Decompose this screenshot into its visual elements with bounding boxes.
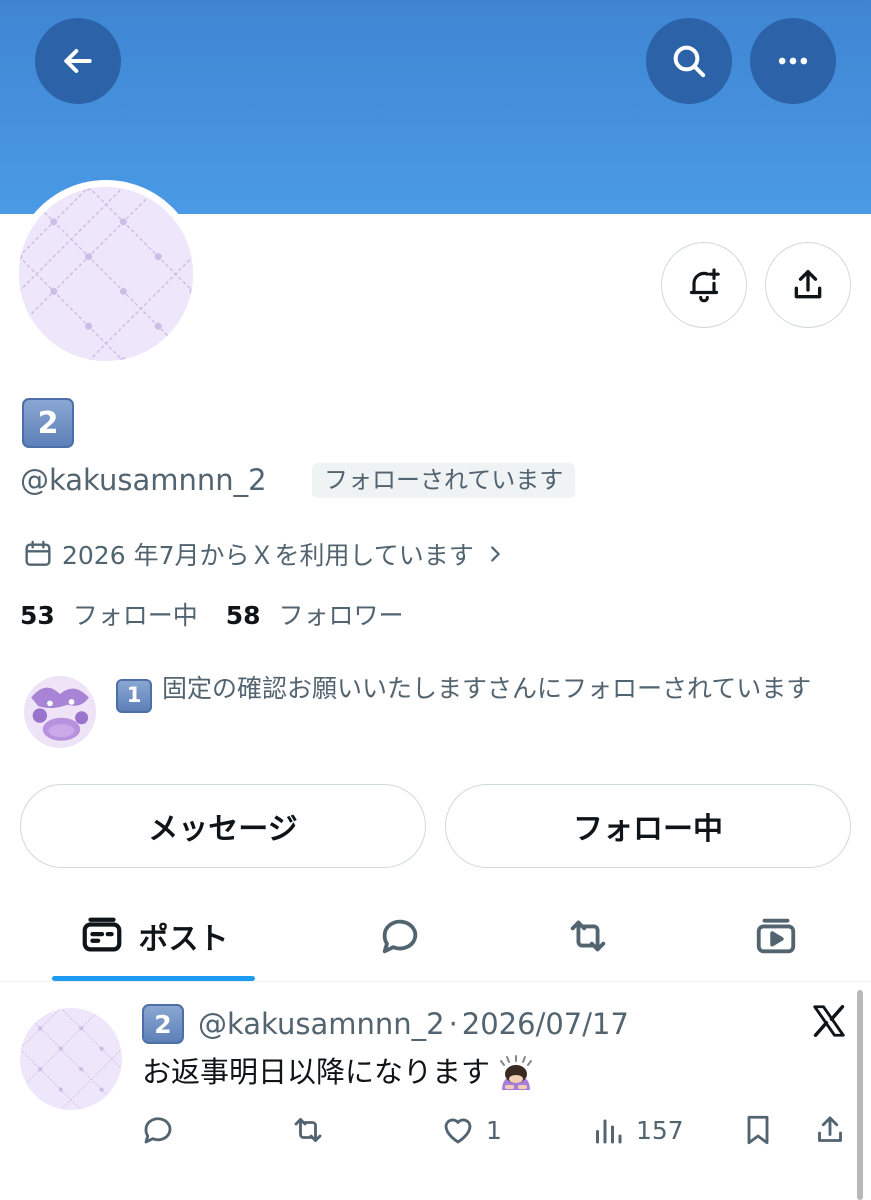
share-icon: [794, 270, 822, 299]
repost-action[interactable]: [290, 1110, 326, 1150]
post-body: お返事明日以降になります: [142, 1052, 536, 1092]
followed-by-text[interactable]: 1 固定の確認お願いいたしますさんにフォローされています: [116, 668, 856, 713]
post-header: 2 @kakusamnnn_2 · 2026/07/17: [142, 1002, 629, 1046]
followers-stat[interactable]: 58 フォロワー: [226, 598, 404, 634]
like-count: 1: [486, 1115, 502, 1145]
profile-banner: [0, 0, 871, 214]
reposts-tab-icon: [570, 920, 606, 952]
tab-replies[interactable]: [352, 890, 448, 982]
share-post-action[interactable]: [812, 1110, 848, 1150]
media-tab-icon: [756, 918, 796, 954]
tabs-divider: [0, 981, 871, 982]
scrollbar[interactable]: [857, 990, 863, 1200]
share-icon: [818, 1116, 842, 1142]
post-author-handle[interactable]: @kakusamnnn_2: [198, 1007, 445, 1041]
back-arrow-icon: [64, 49, 92, 73]
x-logo-icon[interactable]: [810, 1002, 848, 1040]
view-count: 157: [636, 1115, 684, 1145]
post-author-name[interactable]: 2: [142, 1004, 184, 1044]
search-icon: [673, 45, 706, 78]
reply-action[interactable]: [140, 1110, 176, 1150]
following-label: フォロー中: [72, 601, 198, 630]
followed-by-badge: 1: [116, 678, 152, 713]
post-date[interactable]: 2026/07/17: [462, 1007, 629, 1041]
following-stat[interactable]: 53 フォロー中: [20, 598, 198, 634]
bowing-person-emoji: [500, 1055, 533, 1090]
share-profile-button[interactable]: [765, 242, 851, 328]
followers-label: フォロワー: [278, 601, 404, 630]
replies-tab-icon: [382, 919, 418, 954]
follower-avatar-image: [24, 676, 96, 748]
tab-posts[interactable]: ポスト: [52, 890, 255, 982]
joined-text: 2026 年7月からＸを利用しています: [62, 541, 474, 570]
lattice-pattern-image: [19, 187, 193, 361]
more-button[interactable]: [750, 18, 836, 104]
back-button[interactable]: [35, 18, 121, 104]
bookmark-icon: [747, 1115, 769, 1145]
profile-avatar-ring: [12, 180, 200, 368]
follower-avatar[interactable]: [24, 676, 96, 748]
tab-reposts[interactable]: [540, 890, 636, 982]
posts-tab-icon: [82, 917, 121, 952]
like-icon: [444, 1118, 472, 1144]
joined-date[interactable]: 2026 年7月からＸを利用しています: [22, 534, 514, 574]
search-button[interactable]: [646, 18, 732, 104]
like-action[interactable]: 1: [440, 1110, 502, 1150]
followers-count: 58: [225, 601, 261, 630]
profile-handle: @kakusamnnn_2: [20, 463, 267, 497]
message-button[interactable]: メッセージ: [20, 784, 426, 868]
bell-plus-icon: [689, 268, 720, 303]
post-separator: ·: [448, 1007, 458, 1041]
post-avatar-image: [20, 1008, 122, 1110]
following-button[interactable]: フォロー中: [445, 784, 851, 868]
views-action[interactable]: 157: [590, 1110, 684, 1150]
display-name: 2: [22, 398, 74, 448]
bookmark-action[interactable]: [740, 1110, 776, 1150]
chevron-right-icon: [490, 546, 500, 562]
tab-media[interactable]: [728, 890, 824, 982]
tab-posts-label: ポスト: [138, 922, 229, 957]
post-avatar[interactable]: [20, 1008, 122, 1110]
views-icon: [596, 1119, 622, 1144]
notify-button[interactable]: [661, 242, 747, 328]
follows-you-badge: フォローされています: [312, 463, 576, 498]
repost-icon: [294, 1118, 322, 1142]
more-icon: [778, 57, 808, 65]
profile-avatar[interactable]: [19, 187, 193, 361]
following-count: 53: [20, 601, 55, 630]
follow-stats: 53 フォロー中 58 フォロワー: [20, 598, 404, 634]
reply-icon: [144, 1117, 172, 1144]
followed-by-label: 固定の確認お願いいたしますさんにフォローされています: [162, 674, 812, 703]
calendar-icon: [25, 540, 51, 566]
post-text: お返事明日以降になります: [142, 1055, 491, 1089]
